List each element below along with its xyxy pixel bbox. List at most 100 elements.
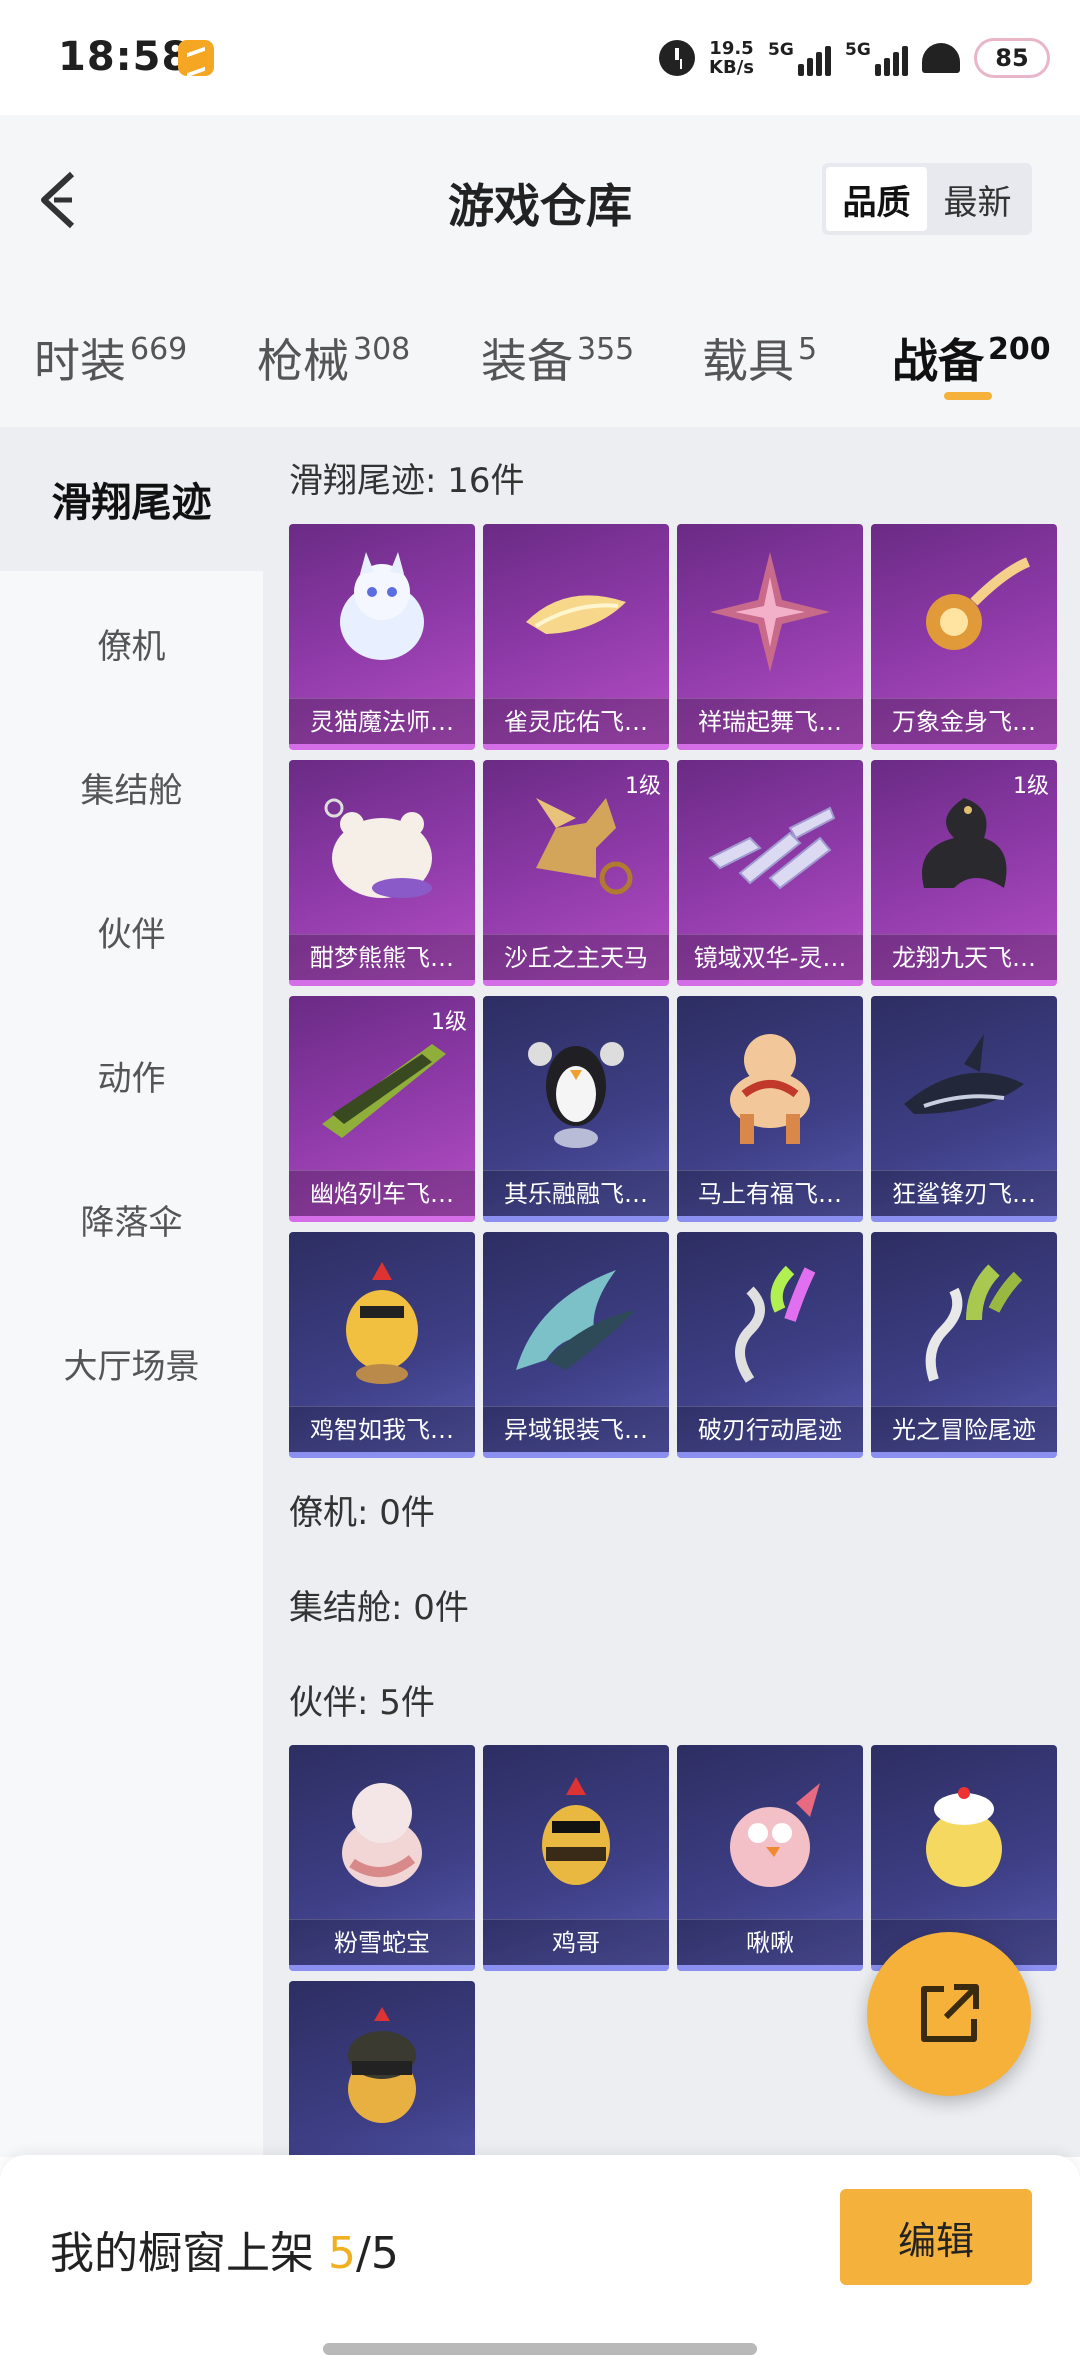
glide-trail-item-card[interactable]: 1级龙翔九天飞… [871,760,1057,986]
share-icon [921,1984,979,2042]
sort-latest-button[interactable]: 最新 [927,167,1028,231]
tab-fashion[interactable]: 时装 669 [34,325,187,391]
status-bar: 18:58 19.5 KB/s 5G 5G 85 [0,0,1080,115]
item-art-icon [342,1783,422,1887]
item-name: 沙丘之主天马 [483,934,669,980]
glide-trail-item-card[interactable]: 雀灵庇佑飞… [483,524,669,750]
item-art-icon [735,1265,816,1383]
item-level-badge: 1级 [625,774,661,799]
item-art-icon [708,806,836,890]
item-level-badge: 1级 [431,1010,467,1035]
tab-count: 669 [130,332,188,367]
glide-trail-item-card[interactable]: 灵猫魔法师… [289,524,475,750]
glide-trail-item-card[interactable]: 破刃行动尾迹 [677,1232,863,1458]
network-speed: 19.5 KB/s [709,39,754,77]
showcase-total: 5 [370,2228,399,2279]
item-art-icon [528,1042,624,1148]
glide-trail-item-card[interactable]: 光之冒险尾迹 [871,1232,1057,1458]
item-level-badge: 1级 [1013,774,1049,799]
signal-label-1: 5G [768,40,794,60]
item-name: 镜域双华-灵… [677,934,863,980]
sidebar-item-partner[interactable]: 伙伴 [0,859,263,1003]
item-name: 酣梦熊熊飞… [289,934,475,980]
status-icons: 19.5 KB/s 5G 5G 85 [659,30,1050,86]
tab-equipment[interactable]: 装备 355 [481,325,634,391]
tab-combat-gear[interactable]: 战备 200 [892,325,1051,391]
glide-trail-item-card[interactable]: 1级 幽焰列车飞… [289,996,475,1222]
glide-trail-item-card[interactable]: 镜域双华-灵… [677,760,863,986]
item-name: 狂鲨锋刃飞… [871,1170,1057,1216]
sidebar-item-emote[interactable]: 动作 [0,1003,263,1147]
edit-button[interactable]: 编辑 [840,2189,1032,2285]
item-name: 其乐融融飞… [483,1170,669,1216]
item-art-icon [926,557,1031,650]
app-notification-icon [178,40,214,76]
alarm-icon [659,40,696,76]
status-time: 18:58 [58,34,191,80]
item-name: 鸡智如我飞… [289,1406,475,1452]
item-art-icon [926,1787,1002,1887]
tab-label: 战备 [892,334,984,388]
sidebar-item-capsule[interactable]: 集结舱 [0,715,263,859]
item-name: 啾啾 [677,1919,863,1965]
item-name: 祥瑞起舞飞… [677,698,863,744]
share-button[interactable] [867,1932,1031,2096]
sort-toggle: 品质 最新 [822,163,1032,235]
tab-vehicles[interactable]: 载具 5 [702,325,817,391]
item-art-icon [348,2007,416,2123]
tab-count: 5 [798,332,818,367]
section-title-wingman: 僚机: 0件 [289,1493,435,1533]
glide-trail-item-card[interactable]: 狂鲨锋刃飞… [871,996,1057,1222]
battery-icon: 85 [974,38,1050,78]
item-art-icon [324,798,432,898]
item-name: 龙翔九天飞… [871,934,1057,980]
partner-item-card[interactable] [289,1981,475,2157]
tab-label: 装备 [481,334,573,388]
glide-trail-item-card[interactable]: 酣梦熊熊飞… [289,760,475,986]
tab-guns[interactable]: 枪械 308 [257,325,410,391]
item-art-icon [542,1777,610,1885]
item-name: 鸡哥 [483,1919,669,1965]
item-name: 万象金身飞… [871,698,1057,744]
item-name: 粉雪蛇宝 [289,1919,475,1965]
sidebar-item-parachute[interactable]: 降落伞 [0,1147,263,1291]
glide-trail-item-card[interactable]: 万象金身飞… [871,524,1057,750]
sort-quality-button[interactable]: 品质 [826,167,927,231]
signal-icon-1: 5G [768,40,831,76]
sidebar: 滑翔尾迹 僚机 集结舱 伙伴 动作 降落伞 大厅场景 [0,427,263,2157]
item-art-icon [904,1034,1024,1114]
glide-trail-item-card[interactable]: 鸡智如我飞… [289,1232,475,1458]
signal-icon-2: 5G [845,40,908,76]
sidebar-item-lobby[interactable]: 大厅场景 [0,1291,263,1435]
glide-trail-item-card[interactable]: 异域银装飞… [483,1232,669,1458]
showcase-current: 5 [328,2228,356,2279]
tab-count: 200 [988,332,1051,367]
glide-trail-item-card[interactable]: 祥瑞起舞飞… [677,524,863,750]
sidebar-item-glide-trail[interactable]: 滑翔尾迹 [0,427,263,571]
signal-label-2: 5G [845,40,871,60]
item-list: 滑翔尾迹: 16件 灵猫魔法师… 雀灵庇佑飞… 祥瑞起舞飞… 万象金身飞… 酣梦熊熊飞…… [263,427,1080,2157]
home-indicator[interactable] [323,2343,757,2355]
glide-trail-item-card[interactable]: 马上有福飞… [677,996,863,1222]
item-art-icon [340,552,424,660]
item-art-icon [516,1270,636,1370]
item-name: 雀灵庇佑飞… [483,698,669,744]
partner-item-card[interactable]: 鸡哥 [483,1745,669,1971]
tab-count: 308 [353,332,411,367]
item-name: 光之冒险尾迹 [871,1406,1057,1452]
partner-item-card[interactable]: 啾啾 [677,1745,863,1971]
item-name: 灵猫魔法师… [289,698,475,744]
tab-count: 355 [577,332,635,367]
item-art-icon [710,552,830,672]
wifi-icon [922,43,960,73]
tab-label: 载具 [702,334,794,388]
category-tabs: 时装 669 枪械 308 装备 355 载具 5 战备 200 [0,285,1080,427]
section-title-glide: 滑翔尾迹: 16件 [289,461,525,501]
partner-item-card[interactable]: 粉雪蛇宝 [289,1745,475,1971]
glide-trail-item-card[interactable]: 1级沙丘之主天马 [483,760,669,986]
item-art-icon [730,1034,810,1144]
section-title-capsule: 集结舱: 0件 [289,1588,469,1628]
sidebar-item-wingman[interactable]: 僚机 [0,571,263,715]
glide-trail-item-card[interactable]: 其乐融融飞… [483,996,669,1222]
showcase-label: 我的橱窗上架 [50,2228,314,2279]
